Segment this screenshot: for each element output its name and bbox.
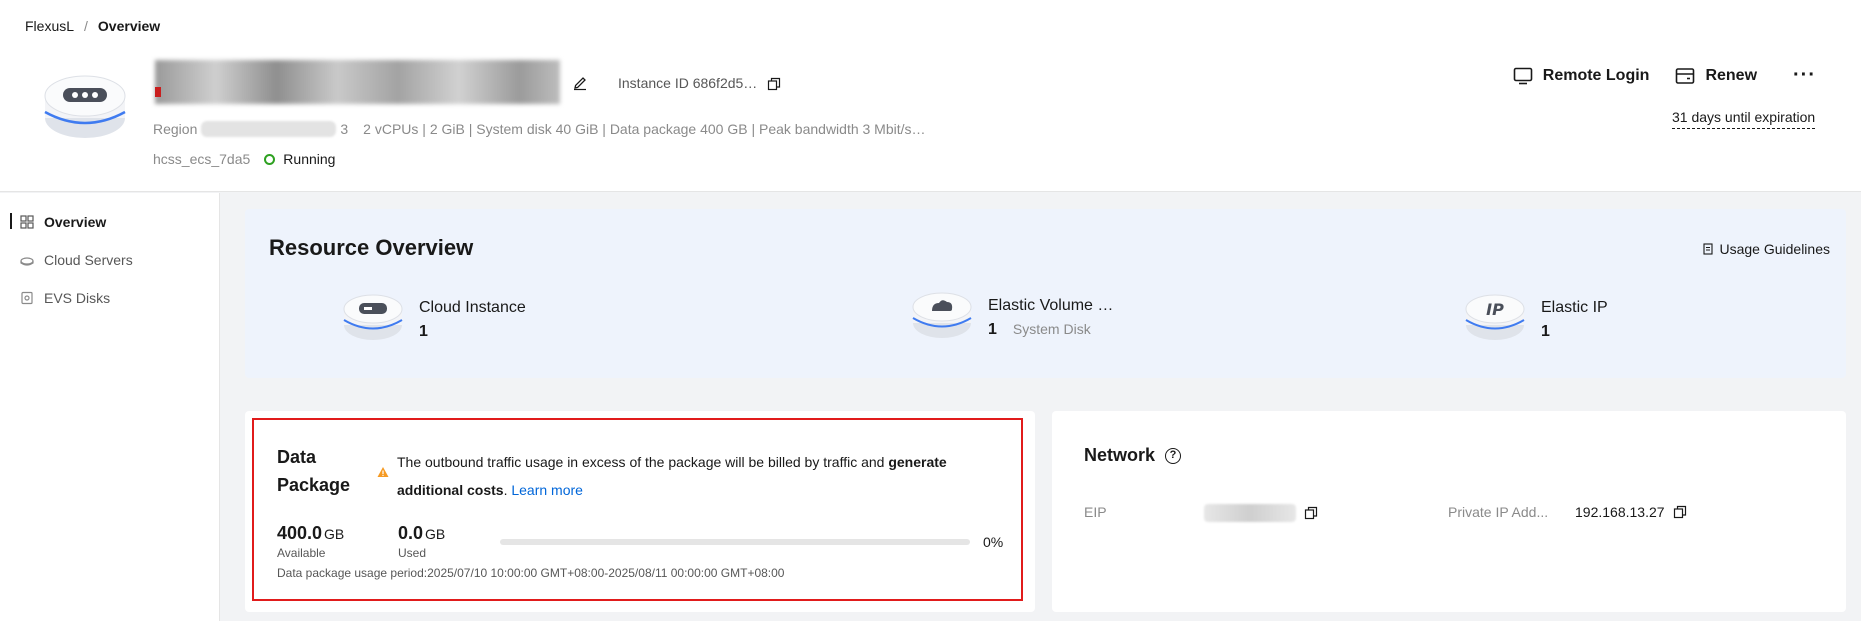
eip-redacted	[1204, 504, 1296, 522]
disk-icon	[21, 291, 33, 305]
private-ip-value: 192.168.13.27	[1575, 504, 1687, 520]
grid-icon	[20, 215, 34, 229]
usage-guidelines-link[interactable]: Usage Guidelines	[1703, 241, 1830, 257]
sidebar-active-indicator	[10, 213, 12, 229]
edit-icon[interactable]	[572, 75, 588, 91]
remote-login-label: Remote Login	[1542, 66, 1650, 84]
elastic-volume-icon	[912, 292, 972, 338]
elastic-ip-icon: IP	[1465, 294, 1525, 340]
document-icon	[1703, 243, 1714, 255]
copy-icon[interactable]	[1304, 506, 1318, 520]
flexusl-overview-page: FlexusL / Overview Instance ID 686f2d5…	[0, 0, 1861, 621]
renew-label: Renew	[1705, 66, 1758, 84]
sidebar-item-label: EVS Disks	[44, 290, 111, 306]
region-specs-row: Region 3 2 vCPUs | 2 GiB | System disk 4…	[153, 121, 926, 137]
resource-name: Elastic IP	[1541, 299, 1608, 316]
remote-login-button[interactable]: Remote Login	[1513, 66, 1650, 85]
sidebar-item-evs-disks[interactable]: EVS Disks	[20, 290, 110, 306]
more-icon[interactable]: ···	[1793, 64, 1816, 87]
header-actions: Remote Login Renew ···	[1513, 64, 1816, 87]
cloud-instance-icon	[343, 294, 403, 340]
resource-overview-title: Resource Overview	[269, 235, 474, 260]
resource-elastic-volume[interactable]: Elastic Volume … 1 System Disk	[910, 292, 1114, 343]
resource-count-value: 1	[988, 321, 997, 338]
sidebar-item-overview[interactable]: Overview	[20, 214, 106, 230]
breadcrumb-current: Overview	[97, 18, 161, 34]
instance-header: FlexusL / Overview Instance ID 686f2d5…	[0, 0, 1861, 192]
instance-specs: 2 vCPUs | 2 GiB | System disk 40 GiB | D…	[363, 121, 926, 137]
network-title: Network ?	[1084, 445, 1182, 466]
resource-count: 1	[1541, 323, 1550, 340]
eip-label: EIP	[1084, 504, 1107, 520]
usage-guidelines-label: Usage Guidelines	[1719, 241, 1830, 257]
redaction-mark	[155, 87, 161, 97]
resource-name: Elastic Volume …	[988, 297, 1114, 314]
resource-count: 1 System Disk	[988, 321, 1113, 339]
breadcrumb-separator: /	[84, 18, 88, 34]
network-title-text: Network	[1084, 445, 1156, 465]
hostname: hcss_ecs_7da5	[153, 151, 251, 167]
expiration-link[interactable]: 31 days until expiration	[1672, 109, 1816, 129]
monitor-icon	[1513, 67, 1533, 84]
region-redacted	[201, 121, 337, 137]
region-label: Region	[153, 121, 198, 137]
resource-elastic-ip[interactable]: IP Elastic IP 1	[1463, 294, 1608, 345]
instance-server-icon	[44, 75, 126, 138]
instance-name-redacted	[155, 60, 560, 104]
breadcrumb-root[interactable]: FlexusL	[25, 18, 74, 34]
breadcrumb: FlexusL / Overview	[25, 18, 160, 34]
instance-id-text: Instance ID 686f2d5…	[618, 75, 758, 91]
copy-icon[interactable]	[1673, 505, 1687, 519]
sidebar-item-cloud-servers[interactable]: Cloud Servers	[20, 252, 133, 268]
resource-count: 1	[419, 323, 428, 340]
private-ip-text: 192.168.13.27	[1575, 504, 1665, 520]
status-running-icon	[264, 153, 276, 165]
host-status-row: hcss_ecs_7da5 Running	[153, 151, 335, 167]
instance-id: Instance ID 686f2d5…	[618, 75, 781, 91]
eip-value	[1204, 504, 1318, 522]
cloud-server-icon	[20, 257, 34, 266]
resource-cloud-instance[interactable]: Cloud Instance 1	[341, 294, 526, 345]
status-text: Running	[283, 151, 336, 167]
resource-overview-card: Resource Overview Usage Guidelines Cloud…	[245, 209, 1846, 378]
resource-sub-label: System Disk	[1012, 321, 1091, 337]
sidebar-item-label: Overview	[44, 214, 107, 230]
help-icon[interactable]: ?	[1165, 447, 1182, 464]
network-card: Network ? EIP Private IP Add... 192.168.…	[1052, 411, 1846, 612]
resource-name: Cloud Instance	[419, 299, 526, 316]
region-tail: 3	[340, 121, 349, 137]
card-icon	[1676, 67, 1695, 84]
renew-button[interactable]: Renew	[1675, 67, 1757, 85]
private-ip-label: Private IP Add...	[1448, 504, 1549, 520]
copy-icon[interactable]	[767, 77, 781, 91]
svg-text:IP: IP	[1486, 300, 1504, 319]
sidebar-item-label: Cloud Servers	[44, 252, 133, 268]
data-package-highlight-box	[252, 418, 1023, 601]
